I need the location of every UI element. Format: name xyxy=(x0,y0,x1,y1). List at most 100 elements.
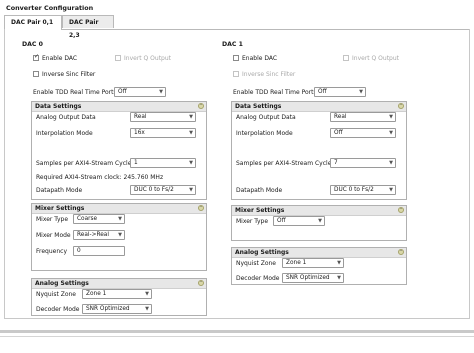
dac0-analog-output-select[interactable]: Real ▼ xyxy=(130,112,196,122)
dac0-frequency-input[interactable]: 0 xyxy=(73,246,125,256)
chevron-down-icon: ▼ xyxy=(189,160,193,166)
dac1-mixer-settings-header[interactable]: Mixer Settings ⌃ xyxy=(232,206,406,216)
dac0-invert-q-label: Invert Q Output xyxy=(124,55,172,62)
dac1-nyquist-select[interactable]: Zone 1 ▼ xyxy=(282,258,344,268)
dac1-decoder-value: SNR Optimized xyxy=(286,275,330,281)
chevron-down-icon: ▼ xyxy=(359,89,363,95)
dac1-datapath-select[interactable]: DUC 0 to Fs/2 ▼ xyxy=(330,185,396,195)
dac0-frequency-label: Frequency xyxy=(36,248,67,255)
dac1-analog-output-select[interactable]: Real ▼ xyxy=(330,112,396,122)
chevron-down-icon: ▼ xyxy=(189,187,193,193)
dac0-samples-label: Samples per AXI4-Stream Cycle xyxy=(36,160,132,167)
dac0-interpolation-value: 16x xyxy=(134,130,145,136)
chevron-down-icon: ▼ xyxy=(318,218,322,224)
dac1-data-settings-header[interactable]: Data Settings ⌃ xyxy=(232,102,406,112)
dac1-mixer-type-select[interactable]: Off ▼ xyxy=(273,216,325,226)
dac1-interpolation-value: Off xyxy=(334,130,343,136)
dac0-samples-select[interactable]: 1 ▼ xyxy=(130,158,196,168)
dac1-decoder-label: Decoder Mode xyxy=(236,275,280,282)
dac0-decoder-select[interactable]: SNR Optimized ▼ xyxy=(82,304,152,314)
dac0-tdd-select[interactable]: Off ▼ xyxy=(114,87,166,97)
chevron-down-icon: ▼ xyxy=(337,260,341,266)
dac1-decoder-select[interactable]: SNR Optimized ▼ xyxy=(282,273,344,283)
dac0-nyquist-value: Zone 1 xyxy=(86,291,107,297)
dac0-analog-settings-title: Analog Settings xyxy=(35,280,89,287)
tab-bar: DAC Pair 0,1 DAC Pair 2,3 xyxy=(4,15,470,39)
dac1-invert-q-label: Invert Q Output xyxy=(352,55,400,62)
collapse-icon[interactable]: ⌃ xyxy=(398,207,404,213)
collapse-icon[interactable]: ⌃ xyxy=(398,249,404,255)
dac1-enable-dac-label: Enable DAC xyxy=(242,55,278,62)
dac0-interpolation-select[interactable]: 16x ▼ xyxy=(130,128,196,138)
dac1-samples-label: Samples per AXI4-Stream Cycle xyxy=(236,160,332,167)
dac1-interpolation-label: Interpolation Mode xyxy=(236,130,293,137)
collapse-icon[interactable]: ⌃ xyxy=(198,205,204,211)
dac0-nyquist-select[interactable]: Zone 1 ▼ xyxy=(82,289,152,299)
dac0-tdd-value: Off xyxy=(118,89,127,95)
dac0-invert-q-checkbox xyxy=(115,55,121,61)
chevron-down-icon: ▼ xyxy=(118,232,122,238)
dac1-mixer-type-label: Mixer Type xyxy=(236,218,269,225)
dac1-inverse-sinc-label: Inverse Sinc Filter xyxy=(242,71,296,78)
dac0-decoder-value: SNR Optimized xyxy=(86,306,130,312)
collapse-icon[interactable]: ⌃ xyxy=(198,280,204,286)
horizontal-scrollbar[interactable] xyxy=(0,330,474,333)
dac0-data-settings-header[interactable]: Data Settings ⌃ xyxy=(32,102,206,112)
dac0-mixer-type-label: Mixer Type xyxy=(36,216,69,223)
dac0-enable-dac-checkbox[interactable] xyxy=(33,53,39,61)
dac1-samples-value: 7 xyxy=(334,160,338,166)
window-title: Converter Configuration xyxy=(6,4,94,12)
chevron-down-icon: ▼ xyxy=(189,114,193,120)
dac1-analog-output-label: Analog Output Data xyxy=(236,114,296,121)
dac1-mixer-type-value: Off xyxy=(277,218,286,224)
dac0-inverse-sinc-checkbox[interactable] xyxy=(33,71,39,77)
collapse-icon[interactable]: ⌃ xyxy=(198,103,204,109)
dac1-nyquist-value: Zone 1 xyxy=(286,260,307,266)
dac1-tdd-select[interactable]: Off ▼ xyxy=(314,87,366,97)
dac0-interpolation-label: Interpolation Mode xyxy=(36,130,93,137)
chevron-down-icon: ▼ xyxy=(389,160,393,166)
dac0-enable-dac-label: Enable DAC xyxy=(42,55,78,62)
chevron-down-icon: ▼ xyxy=(145,306,149,312)
dac0-required-clock: Required AXI4-Stream clock: 245.760 MHz xyxy=(36,174,164,181)
chevron-down-icon: ▼ xyxy=(189,130,193,136)
dac0-mixer-mode-select[interactable]: Real->Real ▼ xyxy=(73,230,125,240)
dac0-title: DAC 0 xyxy=(22,41,43,48)
dac1-enable-dac-checkbox[interactable] xyxy=(233,55,239,61)
dac1-data-settings-title: Data Settings xyxy=(235,103,282,110)
dac0-mixer-settings-header[interactable]: Mixer Settings ⌃ xyxy=(32,204,206,214)
collapse-icon[interactable]: ⌃ xyxy=(398,103,404,109)
dac0-mixer-mode-value: Real->Real xyxy=(77,232,109,238)
dac0-data-settings-title: Data Settings xyxy=(35,103,82,110)
dac1-analog-settings-header[interactable]: Analog Settings ⌃ xyxy=(232,248,406,258)
tab-dac-pair-23[interactable]: DAC Pair 2,3 xyxy=(62,15,114,39)
chevron-down-icon: ▼ xyxy=(389,187,393,193)
dac1-datapath-label: Datapath Mode xyxy=(236,187,283,194)
dac0-samples-value: 1 xyxy=(134,160,138,166)
dac1-tdd-value: Off xyxy=(318,89,327,95)
dac1-analog-output-value: Real xyxy=(334,114,347,120)
dac0-tdd-label: Enable TDD Real Time Ports xyxy=(33,89,117,96)
dac1-interpolation-select[interactable]: Off ▼ xyxy=(330,128,396,138)
tab-dac-pair-01[interactable]: DAC Pair 0,1 xyxy=(4,15,62,30)
dac0-mixer-type-select[interactable]: Coarse ▼ xyxy=(73,214,125,224)
dac1-samples-select[interactable]: 7 ▼ xyxy=(330,158,396,168)
dac0-mixer-type-value: Coarse xyxy=(77,216,98,222)
chevron-down-icon: ▼ xyxy=(389,114,393,120)
chevron-down-icon: ▼ xyxy=(118,216,122,222)
bottom-divider xyxy=(0,336,474,337)
dac0-frequency-value: 0 xyxy=(77,248,81,254)
dac1-nyquist-label: Nyquist Zone xyxy=(236,260,276,267)
dac0-mixer-mode-label: Mixer Mode xyxy=(36,232,71,239)
dac1-mixer-settings-title: Mixer Settings xyxy=(235,207,285,214)
dac0-analog-settings-header[interactable]: Analog Settings ⌃ xyxy=(32,279,206,289)
dac1-datapath-value: DUC 0 to Fs/2 xyxy=(334,187,374,193)
dac1-inverse-sinc-checkbox xyxy=(233,71,239,77)
dac0-analog-output-value: Real xyxy=(134,114,147,120)
chevron-down-icon: ▼ xyxy=(159,89,163,95)
dac0-datapath-select[interactable]: DUC 0 to Fs/2 ▼ xyxy=(130,185,196,195)
dac0-analog-output-label: Analog Output Data xyxy=(36,114,96,121)
dac1-title: DAC 1 xyxy=(222,41,243,48)
dac0-nyquist-label: Nyquist Zone xyxy=(36,291,76,298)
dac0-datapath-label: Datapath Mode xyxy=(36,187,83,194)
